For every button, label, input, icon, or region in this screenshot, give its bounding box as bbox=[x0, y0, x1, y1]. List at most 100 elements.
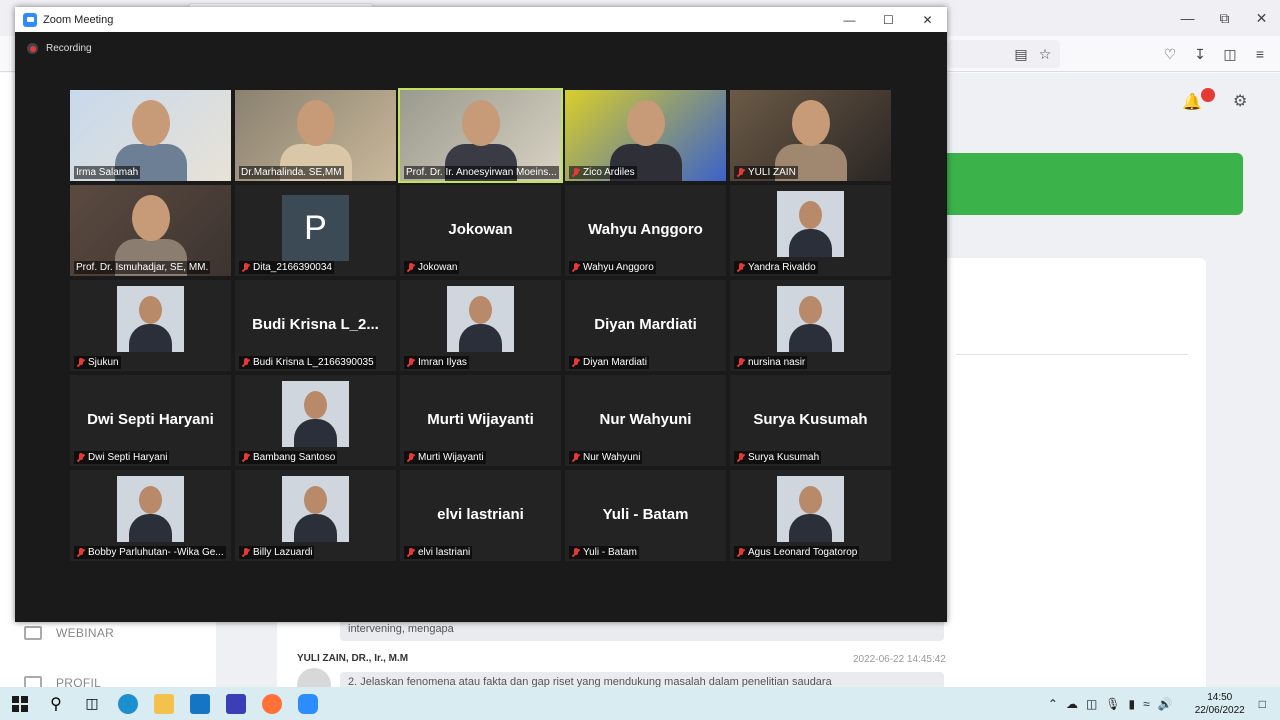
participant-tile[interactable]: Bambang Santoso bbox=[235, 375, 396, 466]
participant-display-name: Yuli - Batam bbox=[602, 506, 689, 523]
participant-name-label: Dr.Marhalinda. SE,MM bbox=[239, 166, 344, 179]
start-button[interactable] bbox=[2, 687, 38, 720]
sidebar-item-webinar[interactable]: WEBINAR bbox=[24, 626, 114, 640]
cloud-icon[interactable]: ☁ bbox=[1066, 697, 1078, 711]
participant-tile[interactable]: Diyan Mardiati Diyan Mardiati bbox=[565, 280, 726, 371]
participant-tile[interactable]: Bobby Parluhutan- -Wika Ge... bbox=[70, 470, 231, 561]
participant-tile[interactable]: Wahyu Anggoro Wahyu Anggoro bbox=[565, 185, 726, 276]
device-icon[interactable]: ◫ bbox=[1086, 697, 1097, 711]
minimize-icon[interactable]: — bbox=[1169, 0, 1206, 36]
search-icon[interactable]: ⚲ bbox=[38, 687, 74, 720]
muted-microphone-icon bbox=[736, 547, 745, 558]
wifi-icon[interactable]: ≈ bbox=[1143, 697, 1150, 711]
participant-name-label: Agus Leonard Togatorop bbox=[734, 546, 860, 559]
restore-icon[interactable]: ⧉ bbox=[1206, 0, 1243, 36]
participant-tile[interactable]: Sjukun bbox=[70, 280, 231, 371]
gear-icon[interactable]: ⚙ bbox=[1233, 91, 1247, 111]
zoom-window-controls: — ☐ ✕ bbox=[830, 7, 947, 32]
participant-tile[interactable]: YULI ZAIN bbox=[730, 90, 891, 181]
participant-tile[interactable]: Dr.Marhalinda. SE,MM bbox=[235, 90, 396, 181]
participant-tile[interactable]: Budi Krisna L_2... Budi Krisna L_21663900… bbox=[235, 280, 396, 371]
participant-tile[interactable]: Irma Salamah bbox=[70, 90, 231, 181]
muted-microphone-icon bbox=[76, 357, 85, 368]
participant-name-label: Irma Salamah bbox=[74, 166, 141, 179]
minimize-icon[interactable]: — bbox=[830, 7, 869, 32]
edge-icon[interactable] bbox=[110, 687, 146, 720]
muted-microphone-icon bbox=[736, 262, 745, 273]
recording-label: Recording bbox=[46, 43, 92, 54]
participant-name: Wahyu Anggoro bbox=[583, 262, 654, 273]
muted-microphone-icon bbox=[736, 167, 745, 178]
participant-name-label: Diyan Mardiati bbox=[569, 356, 649, 369]
chat-author: YULI ZAIN, DR., Ir., M.M bbox=[297, 653, 409, 664]
participant-display-name: elvi lastriani bbox=[437, 506, 524, 523]
menu-icon[interactable]: ≡ bbox=[1250, 44, 1270, 64]
participant-tile[interactable]: Zico Ardiles bbox=[565, 90, 726, 181]
participant-name-label: Dwi Septi Haryani bbox=[74, 451, 170, 464]
battery-icon[interactable]: ▮ bbox=[1129, 697, 1136, 711]
mail-icon[interactable] bbox=[182, 687, 218, 720]
reader-view-icon[interactable]: ▤ bbox=[1011, 44, 1031, 64]
task-view-icon[interactable]: ◫ bbox=[74, 687, 110, 720]
microphone-icon[interactable]: 🎙 bbox=[1105, 697, 1120, 711]
muted-microphone-icon bbox=[406, 262, 415, 273]
participant-tile[interactable]: Yandra Rivaldo bbox=[730, 185, 891, 276]
close-icon[interactable]: ✕ bbox=[1243, 0, 1280, 36]
app-icon[interactable] bbox=[218, 687, 254, 720]
participant-display-name: Dwi Septi Haryani bbox=[87, 411, 214, 428]
notification-badge bbox=[1201, 88, 1215, 102]
participant-tile[interactable]: Nur Wahyuni Nur Wahyuni bbox=[565, 375, 726, 466]
window-title: Zoom Meeting bbox=[43, 13, 114, 26]
participant-tile[interactable]: Billy Lazuardi bbox=[235, 470, 396, 561]
notifications-icon[interactable]: □ bbox=[1259, 697, 1266, 711]
participant-name-label: Bobby Parluhutan- -Wika Ge... bbox=[74, 546, 226, 559]
muted-microphone-icon bbox=[241, 547, 250, 558]
pocket-icon[interactable]: ♡ bbox=[1160, 44, 1180, 64]
muted-microphone-icon bbox=[571, 262, 580, 273]
muted-microphone-icon bbox=[406, 452, 415, 463]
participant-name-label: Murti Wijayanti bbox=[404, 451, 486, 464]
chevron-up-icon[interactable]: ⌃ bbox=[1048, 697, 1058, 711]
participant-tile[interactable]: Dwi Septi Haryani Dwi Septi Haryani bbox=[70, 375, 231, 466]
speaker-icon[interactable]: 🔊 bbox=[1158, 697, 1173, 711]
recording-indicator[interactable]: Recording bbox=[27, 43, 92, 54]
muted-microphone-icon bbox=[76, 452, 85, 463]
muted-microphone-icon bbox=[571, 547, 580, 558]
firefox-icon[interactable] bbox=[254, 687, 290, 720]
download-icon[interactable]: ↧ bbox=[1190, 44, 1210, 64]
participant-tile[interactable]: Yuli - Batam Yuli - Batam bbox=[565, 470, 726, 561]
avatar: P bbox=[282, 195, 349, 261]
participant-tile[interactable]: Murti Wijayanti Murti Wijayanti bbox=[400, 375, 561, 466]
clock[interactable]: 14:50 22/06/2022 bbox=[1195, 691, 1245, 717]
sidebar-toggle-icon[interactable]: ◫ bbox=[1220, 44, 1240, 64]
participant-name: Bambang Santoso bbox=[253, 452, 336, 463]
participant-name-label: Budi Krisna L_2166390035 bbox=[239, 356, 376, 369]
participant-tile[interactable]: P Dita_2166390034 bbox=[235, 185, 396, 276]
bookmark-star-icon[interactable]: ☆ bbox=[1035, 44, 1055, 64]
file-explorer-icon[interactable] bbox=[146, 687, 182, 720]
browser-window-controls: — ⧉ ✕ bbox=[1169, 0, 1280, 36]
close-icon[interactable]: ✕ bbox=[908, 7, 947, 32]
muted-microphone-icon bbox=[406, 357, 415, 368]
zoom-titlebar: Zoom Meeting — ☐ ✕ bbox=[15, 7, 947, 32]
participant-tile[interactable]: Surya Kusumah Surya Kusumah bbox=[730, 375, 891, 466]
participant-name: Prof. Dr. Ir. Anoesyirwan Moeins... bbox=[406, 167, 557, 178]
maximize-icon[interactable]: ☐ bbox=[869, 7, 908, 32]
participant-tile[interactable]: Prof. Dr. Ir. Anoesyirwan Moeins... bbox=[398, 88, 563, 183]
participant-tile[interactable]: elvi lastriani elvi lastriani bbox=[400, 470, 561, 561]
participant-tile[interactable]: nursina nasir bbox=[730, 280, 891, 371]
participant-name-label: Surya Kusumah bbox=[734, 451, 822, 464]
participant-tile[interactable]: Agus Leonard Togatorop bbox=[730, 470, 891, 561]
participant-tile[interactable]: Imran Ilyas bbox=[400, 280, 561, 371]
participant-name: Sjukun bbox=[88, 357, 119, 368]
zoom-taskbar-icon[interactable] bbox=[290, 687, 326, 720]
participant-name: Dr.Marhalinda. SE,MM bbox=[241, 167, 342, 178]
notification-bell-icon[interactable]: 🔔 bbox=[1182, 92, 1202, 112]
participant-name-label: Jokowan bbox=[404, 261, 460, 274]
participant-name-label: Billy Lazuardi bbox=[239, 546, 315, 559]
system-tray: ⌃ ☁ ◫ 🎙 ▮ ≈ 🔊 14:50 22/06/2022 □ bbox=[1048, 687, 1280, 720]
participant-tile[interactable]: Prof. Dr. Ismuhadjar, SE, MM. bbox=[70, 185, 231, 276]
participant-tile[interactable]: Jokowan Jokowan bbox=[400, 185, 561, 276]
muted-microphone-icon bbox=[406, 547, 415, 558]
participant-name: Jokowan bbox=[418, 262, 458, 273]
